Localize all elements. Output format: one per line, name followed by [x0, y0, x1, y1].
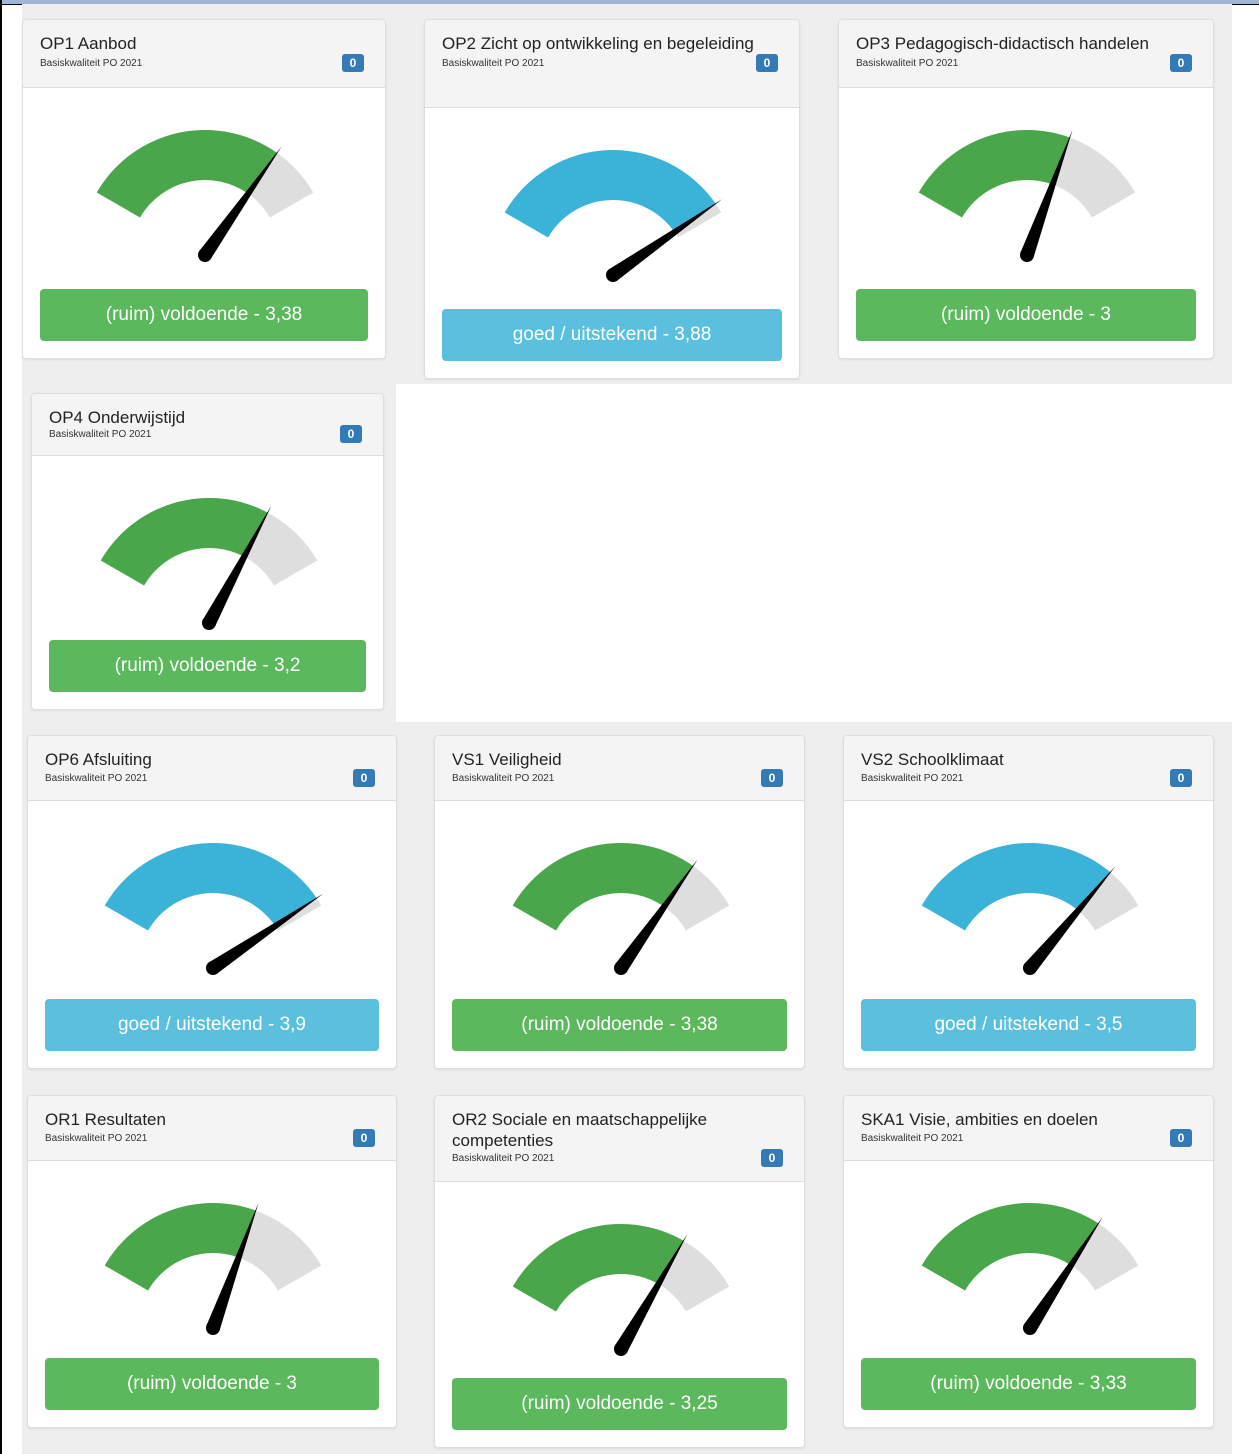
gauge-chart [512, 1224, 730, 1356]
indicator-card-op3[interactable]: OP3 Pedagogisch-didactisch handelen Basis… [838, 19, 1214, 359]
count-badge: 0 [761, 769, 783, 787]
card-title: OP3 Pedagogisch-didactisch handelen [856, 34, 1149, 53]
status-label: goed / uitstekend - 3,9 [45, 999, 379, 1051]
indicator-card-vs1[interactable]: VS1 Veiligheid Basiskwaliteit PO 2021 0 (ru… [434, 735, 805, 1069]
gauge-chart [104, 843, 324, 975]
indicator-card-op1[interactable]: OP1 Aanbod Basiskwaliteit PO 2021 0 (ruim) … [22, 19, 386, 359]
gauge-chart [504, 150, 723, 282]
card-title: SKA1 Visie, ambities en doelen [861, 1110, 1098, 1129]
gauge-value-arc [512, 1224, 684, 1312]
card-title: OR2 Sociale en maatschappelijke competen… [452, 1110, 708, 1150]
card-title: OP6 Afsluiting [45, 750, 152, 769]
gauge-chart [921, 843, 1139, 975]
indicator-card-or1[interactable]: OR1 Resultaten Basiskwaliteit PO 2021 0 (ru… [27, 1095, 397, 1428]
card-header: SKA1 Visie, ambities en doelen Basiskwali… [844, 1096, 1213, 1161]
gauge-chart [921, 1203, 1139, 1335]
count-badge: 0 [353, 769, 375, 787]
status-label: (ruim) voldoende - 3,33 [861, 1358, 1196, 1410]
gauge-chart [96, 130, 314, 262]
gauge-needle-hub [614, 961, 628, 975]
left-border [0, 0, 2, 1454]
gauge-needle-hub [206, 1321, 220, 1335]
indicator-card-op6[interactable]: OP6 Afsluiting Basiskwaliteit PO 2021 0 goe… [27, 735, 397, 1069]
card-subtitle: Basiskwaliteit PO 2021 [856, 58, 959, 69]
card-title: VS1 Veiligheid [452, 750, 562, 769]
status-label: (ruim) voldoende - 3,2 [49, 640, 366, 692]
gauge-needle-hub [614, 1342, 628, 1356]
gauge-chart [918, 130, 1136, 262]
card-header: VS1 Veiligheid Basiskwaliteit PO 2021 0 [435, 736, 804, 801]
card-subtitle: Basiskwaliteit PO 2021 [49, 429, 152, 440]
card-title: OP4 Onderwijstijd [49, 408, 186, 427]
status-label: goed / uitstekend - 3,88 [442, 309, 782, 361]
card-title: OP1 Aanbod [40, 34, 137, 53]
gauge-needle-hub [606, 268, 620, 282]
card-subtitle: Basiskwaliteit PO 2021 [861, 1133, 964, 1144]
gauge-value-arc [512, 843, 694, 931]
card-subtitle: Basiskwaliteit PO 2021 [45, 773, 148, 784]
card-header: OR1 Resultaten Basiskwaliteit PO 2021 0 [28, 1096, 396, 1161]
card-subtitle: Basiskwaliteit PO 2021 [452, 1153, 555, 1164]
card-header: OP6 Afsluiting Basiskwaliteit PO 2021 0 [28, 736, 396, 801]
card-subtitle: Basiskwaliteit PO 2021 [861, 773, 964, 784]
indicator-card-op2[interactable]: OP2 Zicht op ontwikkeling en begeleiding… [424, 19, 800, 379]
card-header: OP4 Onderwijstijd Basiskwaliteit PO 2021 0 [32, 394, 383, 456]
indicator-card-op4[interactable]: OP4 Onderwijstijd Basiskwaliteit PO 2021 0… [31, 393, 384, 710]
gauge-needle-hub [1023, 1321, 1037, 1335]
gauge-needle-hub [1020, 248, 1034, 262]
card-header: OP1 Aanbod Basiskwaliteit PO 2021 0 [23, 20, 385, 88]
gauge-value-arc [96, 130, 278, 218]
count-badge: 0 [342, 54, 364, 72]
gauge-needle-hub [1023, 961, 1037, 975]
count-badge: 0 [1170, 1129, 1192, 1147]
card-subtitle: Basiskwaliteit PO 2021 [40, 58, 143, 69]
card-header: VS2 Schoolklimaat Basiskwaliteit PO 2021 0 [844, 736, 1213, 801]
gauge-needle-hub [202, 616, 216, 630]
gauge-needle-hub [198, 248, 212, 262]
gauge-value-arc [100, 498, 268, 586]
status-label: (ruim) voldoende - 3,38 [452, 999, 787, 1051]
card-title: VS2 Schoolklimaat [861, 750, 1004, 769]
count-badge: 0 [1170, 54, 1192, 72]
count-badge: 0 [353, 1129, 375, 1147]
card-header: OP3 Pedagogisch-didactisch handelen Basis… [839, 20, 1213, 88]
count-badge: 0 [340, 425, 362, 443]
status-label: (ruim) voldoende - 3 [45, 1358, 379, 1410]
card-subtitle: Basiskwaliteit PO 2021 [452, 773, 555, 784]
gauge-needle-hub [206, 961, 220, 975]
gauge-chart [104, 1203, 322, 1335]
gauge-chart [100, 498, 318, 630]
status-label: (ruim) voldoende - 3,25 [452, 1378, 787, 1430]
card-subtitle: Basiskwaliteit PO 2021 [442, 58, 545, 69]
status-label: goed / uitstekend - 3,5 [861, 999, 1196, 1051]
indicator-card-or2[interactable]: OR2 Sociale en maatschappelijke competen… [434, 1095, 805, 1448]
card-title: OR1 Resultaten [45, 1110, 166, 1129]
status-label: (ruim) voldoende - 3 [856, 289, 1196, 341]
card-header: OP2 Zicht op ontwikkeling en begeleiding… [425, 20, 799, 108]
indicator-card-vs2[interactable]: VS2 Schoolklimaat Basiskwaliteit PO 2021 0… [843, 735, 1214, 1069]
card-subtitle: Basiskwaliteit PO 2021 [45, 1133, 148, 1144]
count-badge: 0 [761, 1149, 783, 1167]
status-label: (ruim) voldoende - 3,38 [40, 289, 368, 341]
count-badge: 0 [1170, 769, 1192, 787]
count-badge: 0 [756, 54, 778, 72]
gauge-chart [512, 843, 730, 975]
gauge-value-arc [921, 843, 1111, 931]
gauge-value-arc [921, 1203, 1099, 1291]
card-title: OP2 Zicht op ontwikkeling en begeleiding [442, 34, 754, 53]
card-header: OR2 Sociale en maatschappelijke competen… [435, 1096, 804, 1182]
indicator-card-ska1[interactable]: SKA1 Visie, ambities en doelen Basiskwali… [843, 1095, 1214, 1428]
